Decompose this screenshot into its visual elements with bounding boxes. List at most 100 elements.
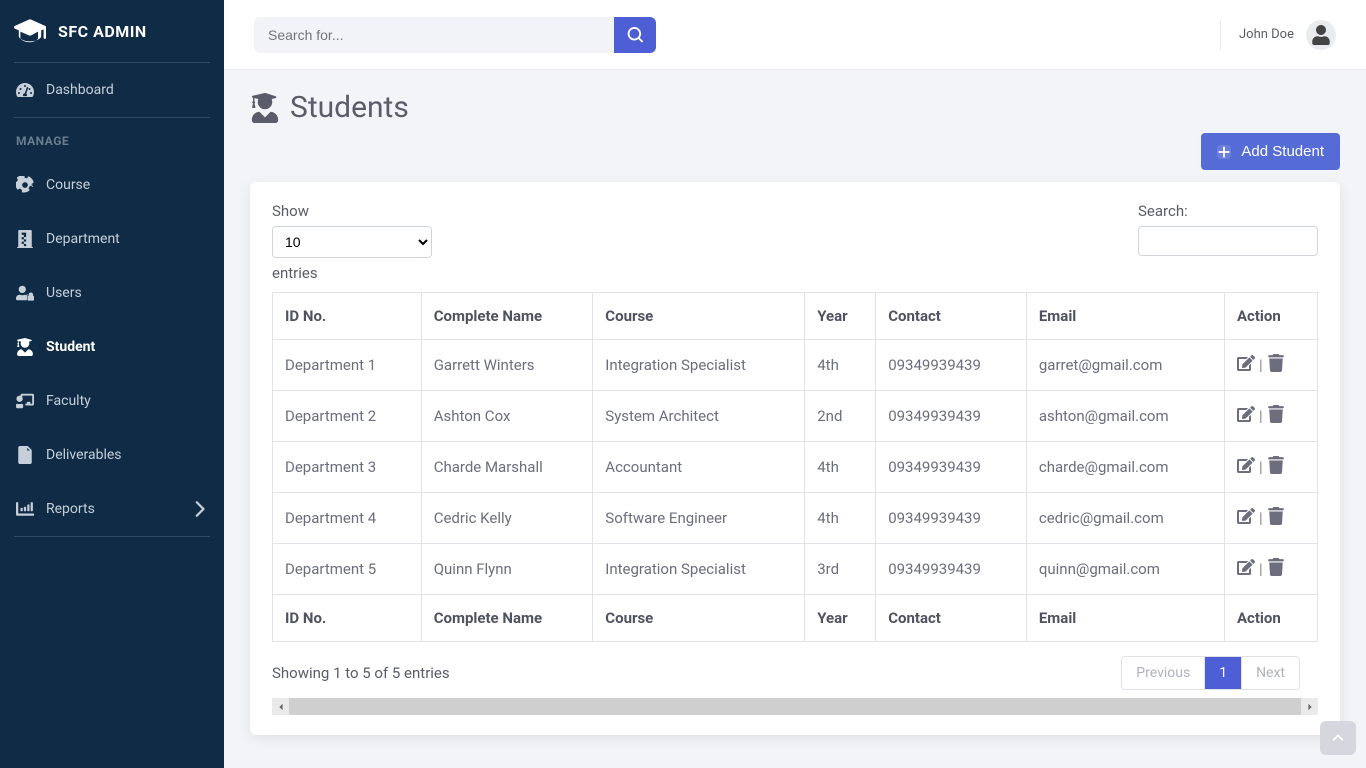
- sidebar-item-faculty[interactable]: Faculty: [0, 374, 224, 428]
- sidebar-item-label: Course: [46, 177, 90, 193]
- cell-name: Quinn Flynn: [421, 544, 593, 595]
- cell-course: Accountant: [593, 442, 805, 493]
- chevron-right-icon: [190, 500, 208, 518]
- graduation-cap-icon: [14, 18, 46, 44]
- cell-id: Department 2: [273, 391, 422, 442]
- edit-icon[interactable]: [1237, 507, 1255, 529]
- cell-name: Garrett Winters: [421, 340, 593, 391]
- cell-email: garret@gmail.com: [1026, 340, 1224, 391]
- plus-icon: [1217, 145, 1231, 159]
- footcol-course: Course: [593, 595, 805, 642]
- sidebar-item-department[interactable]: Department: [0, 212, 224, 266]
- sidebar-section-manage: MANAGE: [0, 118, 224, 158]
- table-search-label: Search:: [1138, 202, 1188, 220]
- tachometer-icon: [16, 81, 34, 99]
- sidebar-item-label: Faculty: [46, 393, 91, 409]
- page-prev[interactable]: Previous: [1122, 657, 1205, 689]
- cell-id: Department 1: [273, 340, 422, 391]
- action-separator: |: [1259, 509, 1263, 527]
- footcol-name: Complete Name: [421, 595, 593, 642]
- table-row: Department 3Charde MarshallAccountant4th…: [273, 442, 1318, 493]
- footcol-id: ID No.: [273, 595, 422, 642]
- footcol-action: Action: [1224, 595, 1317, 642]
- add-student-label: Add Student: [1241, 143, 1324, 160]
- cell-contact: 09349939439: [876, 442, 1027, 493]
- page-next[interactable]: Next: [1242, 657, 1299, 689]
- col-year[interactable]: Year: [805, 293, 876, 340]
- search-button[interactable]: [614, 17, 656, 53]
- chevron-up-icon: [1331, 731, 1345, 745]
- sidebar-item-label: Users: [46, 285, 82, 301]
- file-icon: [16, 446, 34, 464]
- sidebar-item-deliverables[interactable]: Deliverables: [0, 428, 224, 482]
- cell-id: Department 3: [273, 442, 422, 493]
- sidebar-item-dashboard[interactable]: Dashboard: [0, 63, 224, 117]
- cell-course: Software Engineer: [593, 493, 805, 544]
- cell-year: 4th: [805, 493, 876, 544]
- sidebar-item-label: Deliverables: [46, 447, 122, 463]
- building-icon: [16, 230, 34, 248]
- cell-email: cedric@gmail.com: [1026, 493, 1224, 544]
- col-email[interactable]: Email: [1026, 293, 1224, 340]
- scroll-to-top-button[interactable]: [1320, 721, 1356, 755]
- trash-icon[interactable]: [1267, 507, 1285, 529]
- edit-icon[interactable]: [1237, 354, 1255, 376]
- edit-icon[interactable]: [1237, 456, 1255, 478]
- triangle-right-icon: [1306, 703, 1314, 711]
- table-row: Department 5Quinn FlynnIntegration Speci…: [273, 544, 1318, 595]
- cell-contact: 09349939439: [876, 340, 1027, 391]
- action-separator: |: [1259, 356, 1263, 374]
- sidebar-item-users[interactable]: Users: [0, 266, 224, 320]
- cell-name: Cedric Kelly: [421, 493, 593, 544]
- pagination: Previous 1 Next: [1121, 656, 1300, 690]
- page-title: Students: [250, 90, 1340, 125]
- avatar: [1306, 20, 1336, 50]
- action-separator: |: [1259, 458, 1263, 476]
- col-course[interactable]: Course: [593, 293, 805, 340]
- footcol-email: Email: [1026, 595, 1224, 642]
- trash-icon[interactable]: [1267, 405, 1285, 427]
- cog-icon: [16, 176, 34, 194]
- col-contact[interactable]: Contact: [876, 293, 1027, 340]
- trash-icon[interactable]: [1267, 558, 1285, 580]
- brand[interactable]: SFC ADMIN: [0, 0, 224, 62]
- cell-email: charde@gmail.com: [1026, 442, 1224, 493]
- table-row: Department 2Ashton CoxSystem Architect2n…: [273, 391, 1318, 442]
- user-avatar-icon: [1311, 25, 1331, 45]
- sidebar-item-label: Reports: [46, 501, 95, 517]
- scroll-right-arrow[interactable]: [1301, 698, 1318, 715]
- cell-email: ashton@gmail.com: [1026, 391, 1224, 442]
- footcol-year: Year: [805, 595, 876, 642]
- page-1[interactable]: 1: [1205, 657, 1242, 689]
- sidebar-item-label: Student: [46, 339, 95, 355]
- col-id[interactable]: ID No.: [273, 293, 422, 340]
- sidebar-item-reports[interactable]: Reports: [0, 482, 224, 536]
- search-input[interactable]: [254, 17, 614, 53]
- triangle-left-icon: [277, 703, 285, 711]
- table-row: Department 4Cedric KellySoftware Enginee…: [273, 493, 1318, 544]
- table-search-input[interactable]: [1138, 226, 1318, 256]
- topbar: John Doe: [224, 0, 1366, 70]
- sidebar-item-course[interactable]: Course: [0, 158, 224, 212]
- trash-icon[interactable]: [1267, 456, 1285, 478]
- edit-icon[interactable]: [1237, 558, 1255, 580]
- col-action[interactable]: Action: [1224, 293, 1317, 340]
- show-label: Show: [272, 202, 309, 220]
- table-row: Department 1Garrett WintersIntegration S…: [273, 340, 1318, 391]
- scroll-left-arrow[interactable]: [272, 698, 289, 715]
- students-card: Show 10 entries Search: ID No.: [250, 182, 1340, 735]
- username-label: John Doe: [1239, 27, 1294, 42]
- sidebar-item-student[interactable]: Student: [0, 320, 224, 374]
- cell-contact: 09349939439: [876, 493, 1027, 544]
- cell-id: Department 4: [273, 493, 422, 544]
- trash-icon[interactable]: [1267, 354, 1285, 376]
- cell-contact: 09349939439: [876, 544, 1027, 595]
- length-select[interactable]: 10: [272, 226, 432, 258]
- add-student-button[interactable]: Add Student: [1201, 133, 1340, 170]
- user-menu[interactable]: John Doe: [1220, 20, 1336, 50]
- edit-icon[interactable]: [1237, 405, 1255, 427]
- col-name[interactable]: Complete Name: [421, 293, 593, 340]
- cell-id: Department 5: [273, 544, 422, 595]
- cell-email: quinn@gmail.com: [1026, 544, 1224, 595]
- horizontal-scrollbar[interactable]: [272, 698, 1318, 715]
